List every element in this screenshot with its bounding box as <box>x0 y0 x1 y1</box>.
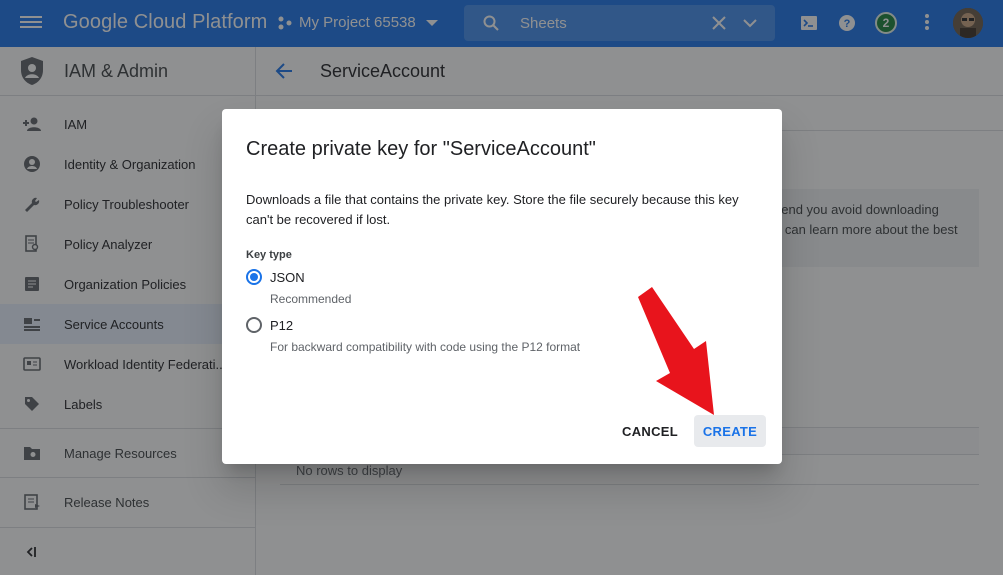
radio-label: P12 <box>270 317 294 333</box>
dialog-title: Create private key for "ServiceAccount" <box>246 138 596 160</box>
radio-help-text: For backward compatibility with code usi… <box>270 340 581 354</box>
radio-button-checked[interactable] <box>246 269 262 285</box>
key-type-label: Key type <box>246 249 292 261</box>
radio-button-unchecked[interactable] <box>246 317 262 333</box>
annotation-arrow-icon <box>638 287 714 415</box>
cancel-button[interactable]: CANCEL <box>614 415 686 447</box>
radio-label: JSON <box>270 269 305 285</box>
radio-option-p12[interactable]: P12 <box>246 317 293 333</box>
radio-help-text: Recommended <box>270 292 352 306</box>
create-button[interactable]: CREATE <box>694 415 766 447</box>
dialog-description: Downloads a file that contains the priva… <box>246 192 739 227</box>
radio-option-json[interactable]: JSON <box>246 269 305 285</box>
